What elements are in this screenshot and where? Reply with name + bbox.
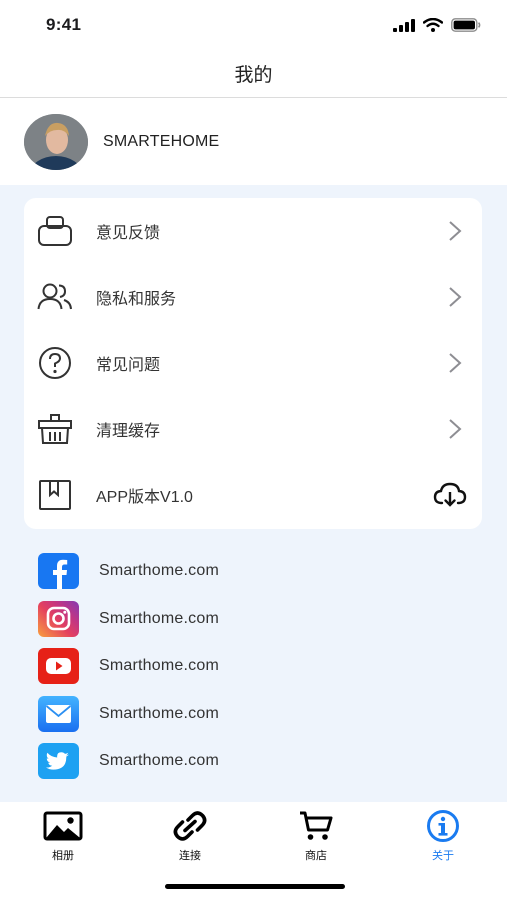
youtube-icon <box>38 648 79 684</box>
social-link-label: Smarthome.com <box>99 610 219 627</box>
menu-item-label: 清理缓存 <box>96 423 161 440</box>
page-title: 我的 <box>234 65 273 86</box>
chevron-right-icon <box>449 419 462 439</box>
menu-item-app-version[interactable]: APP版本V1.0 <box>24 462 482 528</box>
status-bar: 9:41 <box>0 0 507 50</box>
social-link-label: Smarthome.com <box>99 705 219 722</box>
social-link-label: Smarthome.com <box>99 752 219 769</box>
social-link-youtube[interactable]: Smarthome.com <box>0 644 507 688</box>
facebook-icon <box>38 553 79 589</box>
social-link-facebook[interactable]: Smarthome.com <box>0 549 507 593</box>
chevron-right-icon <box>449 221 462 241</box>
tab-album[interactable]: 相册 <box>28 810 98 866</box>
navigation-bar: 我的 <box>0 50 507 98</box>
photo-icon <box>43 810 83 842</box>
basket-icon <box>37 411 73 447</box>
wifi-icon <box>423 18 443 32</box>
profile-name: SMARTEHOME <box>103 133 220 150</box>
tab-label: 商店 <box>305 850 327 862</box>
signal-icon <box>393 18 415 32</box>
social-link-label: Smarthome.com <box>99 562 219 579</box>
tab-connect[interactable]: 连接 <box>155 810 225 866</box>
settings-menu-card: 意见反馈 隐私和服务 常见问题 清理缓存 APP版本V1.0 <box>24 198 482 529</box>
tab-label: 连接 <box>179 850 201 862</box>
menu-item-clear-cache[interactable]: 清理缓存 <box>24 396 482 462</box>
info-icon <box>423 810 463 842</box>
menu-item-label: APP版本V1.0 <box>96 489 193 506</box>
chevron-right-icon <box>449 287 462 307</box>
profile-header[interactable]: SMARTEHOME <box>0 99 507 185</box>
avatar[interactable] <box>24 114 88 170</box>
cloud-download-icon[interactable] <box>433 482 467 508</box>
social-link-mail[interactable]: Smarthome.com <box>0 692 507 736</box>
tab-about[interactable]: 关于 <box>408 810 478 866</box>
menu-item-feedback[interactable]: 意见反馈 <box>24 198 482 264</box>
tab-label: 相册 <box>52 850 74 862</box>
status-time: 9:41 <box>46 15 82 34</box>
menu-item-label: 隐私和服务 <box>96 291 177 308</box>
social-link-twitter[interactable]: Smarthome.com <box>0 739 507 783</box>
menu-item-faq[interactable]: 常见问题 <box>24 330 482 396</box>
twitter-icon <box>38 743 79 779</box>
cart-icon <box>296 810 336 842</box>
mail-icon <box>38 696 79 732</box>
link-icon <box>170 810 210 842</box>
social-link-label: Smarthome.com <box>99 657 219 674</box>
instagram-icon <box>38 601 79 637</box>
tab-label: 关于 <box>432 850 454 862</box>
social-link-instagram[interactable]: Smarthome.com <box>0 597 507 641</box>
question-icon <box>37 345 73 381</box>
feedback-icon <box>37 213 73 249</box>
home-indicator <box>165 884 345 889</box>
users-icon <box>37 279 73 315</box>
menu-item-label: 意见反馈 <box>96 225 161 242</box>
menu-item-label: 常见问题 <box>96 357 161 374</box>
battery-icon <box>451 18 481 32</box>
chevron-right-icon <box>449 353 462 373</box>
status-icons <box>393 18 481 32</box>
menu-item-privacy[interactable]: 隐私和服务 <box>24 264 482 330</box>
tab-store[interactable]: 商店 <box>281 810 351 866</box>
bookmark-icon <box>37 477 73 513</box>
